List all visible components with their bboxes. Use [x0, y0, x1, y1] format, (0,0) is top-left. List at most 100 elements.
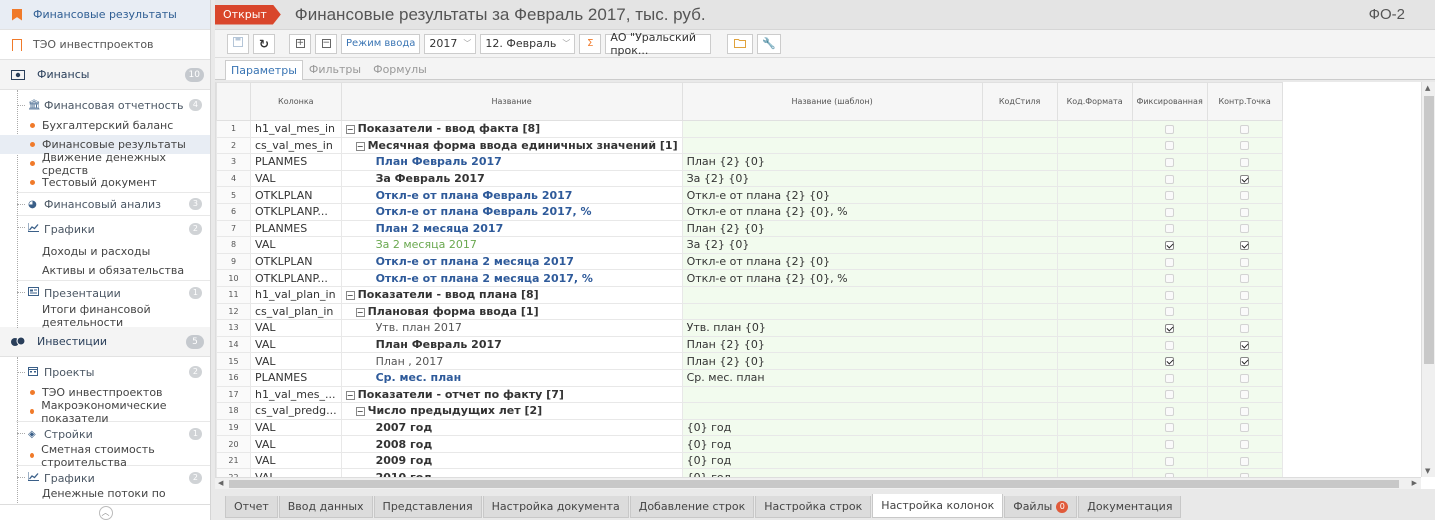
- control-point-cell[interactable]: [1206, 302, 1283, 321]
- name-cell[interactable]: Утв. план 2017: [340, 319, 683, 337]
- column-code-cell[interactable]: cs_val_mes_in: [250, 136, 342, 155]
- collapse-toggle-icon[interactable]: −: [355, 141, 365, 151]
- year-select[interactable]: 2017 ﹀: [424, 33, 477, 54]
- name-cell[interactable]: − Число предыдущих лет [2]: [340, 402, 683, 420]
- control-point-checkbox[interactable]: [1240, 290, 1250, 300]
- fixed-checkbox[interactable]: [1165, 423, 1175, 433]
- column-code-cell[interactable]: VAL: [250, 236, 342, 254]
- template-cell[interactable]: [681, 302, 983, 321]
- column-code-cell[interactable]: OTKLPLANP...: [250, 269, 342, 287]
- control-point-cell[interactable]: [1206, 236, 1283, 254]
- name-cell[interactable]: Откл-е от плана Февраль 2017: [340, 186, 683, 204]
- template-cell[interactable]: [681, 285, 983, 304]
- bottom-tab[interactable]: Отчет: [225, 496, 278, 518]
- name-cell[interactable]: Откл-е от плана 2 месяца 2017, %: [340, 269, 683, 287]
- fixed-cell[interactable]: [1131, 302, 1208, 321]
- name-cell[interactable]: План Февраль 2017: [340, 153, 683, 171]
- column-code-cell[interactable]: cs_val_plan_in: [250, 302, 342, 321]
- sidebar-leaf-estimate[interactable]: Сметная стоимость строительства: [0, 443, 210, 469]
- style-code-cell[interactable]: [981, 120, 1058, 138]
- style-code-cell[interactable]: [981, 451, 1058, 470]
- bottom-tab[interactable]: Представления: [373, 496, 482, 518]
- style-code-cell[interactable]: [981, 169, 1058, 188]
- format-code-cell[interactable]: [1056, 169, 1133, 188]
- table-row[interactable]: 21 VAL 2009 год {0} год: [216, 451, 1283, 470]
- control-point-cell[interactable]: [1206, 136, 1283, 155]
- column-code-cell[interactable]: PLANMES: [250, 219, 342, 238]
- sidebar-leaf-balance[interactable]: Бухгалтерский баланс: [0, 116, 210, 135]
- template-cell[interactable]: План {2} {0}: [681, 352, 983, 370]
- table-row[interactable]: 6 OTKLPLANP... Откл-е от плана Февраль 201…: [216, 202, 1283, 221]
- sum-button[interactable]: Σ: [579, 33, 602, 54]
- fixed-checkbox[interactable]: [1165, 373, 1175, 383]
- fixed-cell[interactable]: [1131, 269, 1208, 287]
- control-point-cell[interactable]: [1206, 435, 1283, 453]
- control-point-cell[interactable]: [1206, 252, 1283, 271]
- sidebar-sub-fin-reporting[interactable]: 🏛 Финансовая отчетность 4: [0, 94, 210, 116]
- control-point-checkbox[interactable]: [1240, 323, 1250, 333]
- tab-filters[interactable]: Фильтры: [303, 59, 367, 79]
- template-cell[interactable]: [681, 120, 983, 138]
- template-cell[interactable]: План {2} {0}: [681, 153, 983, 171]
- control-point-cell[interactable]: [1206, 319, 1283, 337]
- fixed-checkbox[interactable]: [1165, 124, 1175, 134]
- bottom-tab[interactable]: Настройка документа: [482, 496, 629, 518]
- column-code-cell[interactable]: VAL: [250, 169, 342, 188]
- column-code-cell[interactable]: OTKLPLANP...: [250, 202, 342, 221]
- table-row[interactable]: 12 cs_val_plan_in − Плановая форма ввода [1…: [216, 302, 1283, 321]
- sidebar-sub-fin-analysis[interactable]: ◕ Финансовый анализ 3: [0, 193, 210, 215]
- sidebar-section-investments[interactable]: Инвестиции 5: [0, 327, 210, 357]
- fixed-cell[interactable]: [1131, 319, 1208, 337]
- template-cell[interactable]: Ср. мес. план: [681, 368, 983, 387]
- name-cell[interactable]: − Месячная форма ввода единичных значений…: [340, 136, 683, 155]
- format-code-cell[interactable]: [1056, 285, 1133, 304]
- table-row[interactable]: 7 PLANMES План 2 месяца 2017 План {2} {0}: [216, 219, 1283, 238]
- control-point-checkbox[interactable]: [1240, 124, 1250, 134]
- format-code-cell[interactable]: [1056, 219, 1133, 238]
- chevron-up-icon[interactable]: ︿: [98, 505, 113, 520]
- name-cell[interactable]: План Февраль 2017: [340, 335, 683, 354]
- style-code-cell[interactable]: [981, 335, 1058, 354]
- control-point-checkbox[interactable]: [1240, 357, 1250, 367]
- template-cell[interactable]: Откл-е от плана {2} {0}, %: [681, 202, 983, 221]
- name-cell[interactable]: − Плановая форма ввода [1]: [340, 302, 683, 321]
- control-point-cell[interactable]: [1206, 418, 1283, 437]
- control-point-checkbox[interactable]: [1240, 373, 1250, 383]
- sidebar-leaf-cash-flow[interactable]: Движение денежных средств: [0, 151, 210, 177]
- fixed-checkbox[interactable]: [1165, 207, 1175, 217]
- fixed-checkbox[interactable]: [1165, 290, 1175, 300]
- column-header[interactable]: Название (шаблон): [681, 82, 983, 121]
- style-code-cell[interactable]: [981, 402, 1058, 420]
- control-point-checkbox[interactable]: [1240, 456, 1250, 466]
- control-point-checkbox[interactable]: [1240, 390, 1250, 400]
- sidebar-section-finance[interactable]: Финансы 10: [0, 60, 210, 90]
- style-code-cell[interactable]: [981, 435, 1058, 453]
- table-row[interactable]: 9 OTKLPLAN Откл-е от плана 2 месяца 2017 От…: [216, 252, 1283, 271]
- name-cell[interactable]: За Февраль 2017: [340, 169, 683, 188]
- tab-formulas[interactable]: Формулы: [367, 59, 433, 79]
- format-code-cell[interactable]: [1056, 236, 1133, 254]
- fixed-cell[interactable]: [1131, 451, 1208, 470]
- fixed-checkbox[interactable]: [1165, 323, 1175, 333]
- template-cell[interactable]: {0} год: [681, 435, 983, 453]
- column-header[interactable]: Контр.Точка: [1206, 82, 1283, 121]
- fixed-checkbox[interactable]: [1165, 191, 1175, 201]
- name-cell[interactable]: 2008 год: [340, 435, 683, 453]
- name-cell[interactable]: План 2 месяца 2017: [340, 219, 683, 238]
- style-code-cell[interactable]: [981, 219, 1058, 238]
- column-code-cell[interactable]: VAL: [250, 435, 342, 453]
- style-code-cell[interactable]: [981, 153, 1058, 171]
- format-code-cell[interactable]: [1056, 302, 1133, 321]
- control-point-cell[interactable]: [1206, 269, 1283, 287]
- scroll-up-icon[interactable]: ▲: [1425, 84, 1430, 92]
- fixed-checkbox[interactable]: [1165, 157, 1175, 167]
- column-code-cell[interactable]: OTKLPLAN: [250, 186, 342, 204]
- style-code-cell[interactable]: [981, 352, 1058, 370]
- template-cell[interactable]: {0} год: [681, 418, 983, 437]
- sidebar-leaf-test-doc[interactable]: Тестовый документ: [0, 173, 210, 192]
- fixed-checkbox[interactable]: [1165, 357, 1175, 367]
- fixed-cell[interactable]: [1131, 418, 1208, 437]
- table-row[interactable]: 16 PLANMES Ср. мес. план Ср. мес. план: [216, 368, 1283, 387]
- column-code-cell[interactable]: OTKLPLAN: [250, 252, 342, 271]
- name-cell[interactable]: − Показатели - ввод факта [8]: [340, 120, 683, 138]
